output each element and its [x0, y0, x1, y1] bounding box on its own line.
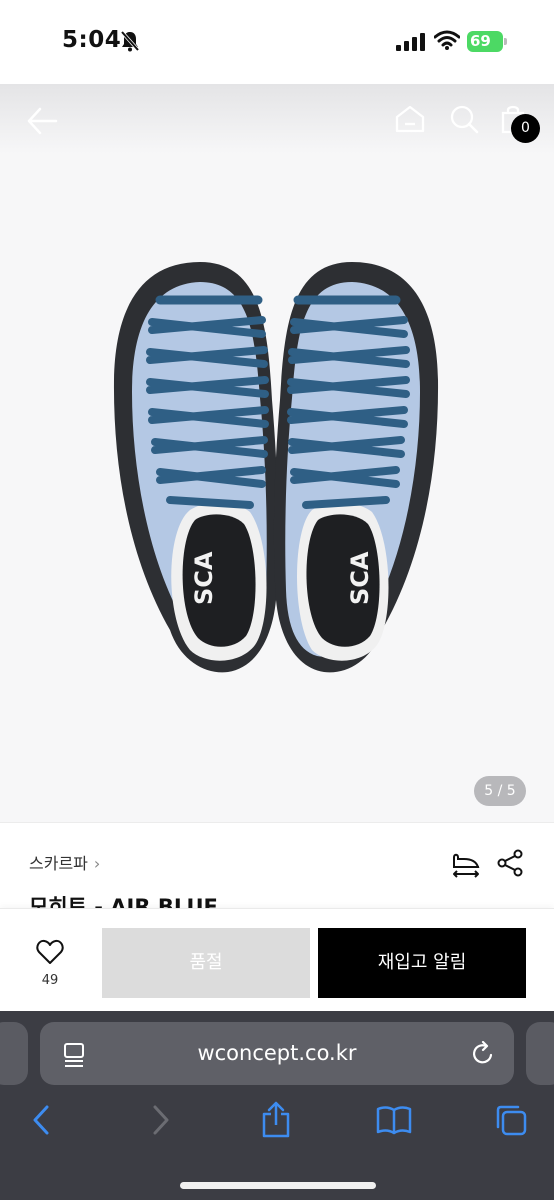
brand-link[interactable]: 스카르파 › [29, 850, 100, 874]
previous-tab-preview[interactable] [0, 1022, 28, 1085]
browser-share-icon[interactable] [260, 1101, 292, 1143]
battery-charging-icon: 69 [467, 31, 507, 52]
home-indicator[interactable] [180, 1182, 376, 1189]
brand-name: 스카르파 [29, 854, 88, 873]
size-guide-icon[interactable] [450, 849, 482, 883]
browser-chrome: wconcept.co.kr [0, 1011, 554, 1200]
wifi-icon [433, 30, 461, 54]
reload-icon[interactable] [470, 1040, 496, 1071]
restock-alert-button[interactable]: 재입고 알림 [318, 928, 526, 998]
home-icon[interactable] [394, 104, 426, 138]
tabs-icon[interactable] [494, 1103, 528, 1141]
product-image: SCA SCA [113, 262, 439, 673]
purchase-action-bar: 49 품절 재입고 알림 [0, 908, 554, 1011]
signal-icon [396, 33, 426, 55]
chevron-right-icon: › [93, 854, 101, 873]
shoe-logo-right: SCA [346, 551, 374, 605]
address-bar[interactable]: wconcept.co.kr [40, 1022, 514, 1085]
status-bar: 5:04 69 [0, 0, 554, 84]
search-icon[interactable] [449, 104, 479, 138]
product-image-gallery[interactable]: SCA SCA 0 5 / 5 [0, 84, 554, 822]
gallery-page-counter: 5 / 5 [474, 776, 526, 806]
heart-icon[interactable] [36, 939, 64, 969]
like-count: 49 [41, 973, 59, 988]
battery-level: 69 [470, 32, 491, 50]
soldout-button[interactable]: 품절 [102, 928, 310, 998]
bell-slash-icon [120, 30, 140, 56]
shoe-logo-left: SCA [190, 551, 218, 605]
bookmarks-icon[interactable] [376, 1105, 412, 1139]
share-icon[interactable] [496, 849, 524, 881]
product-info: 스카르파 › 모히토 - AIR BLUE [0, 822, 554, 908]
left-shoe: SCA [113, 262, 279, 673]
next-tab-preview[interactable] [526, 1022, 554, 1085]
status-time: 5:04 [62, 27, 122, 53]
url-text: wconcept.co.kr [197, 1041, 357, 1065]
battery-tip [504, 38, 507, 45]
product-title: 모히토 - AIR BLUE [29, 895, 218, 908]
right-shoe: SCA [273, 262, 439, 673]
cart-count-badge[interactable]: 0 [511, 114, 540, 143]
browser-forward-icon[interactable] [150, 1104, 172, 1140]
back-arrow-icon[interactable] [26, 106, 58, 136]
browser-back-icon[interactable] [30, 1104, 52, 1140]
